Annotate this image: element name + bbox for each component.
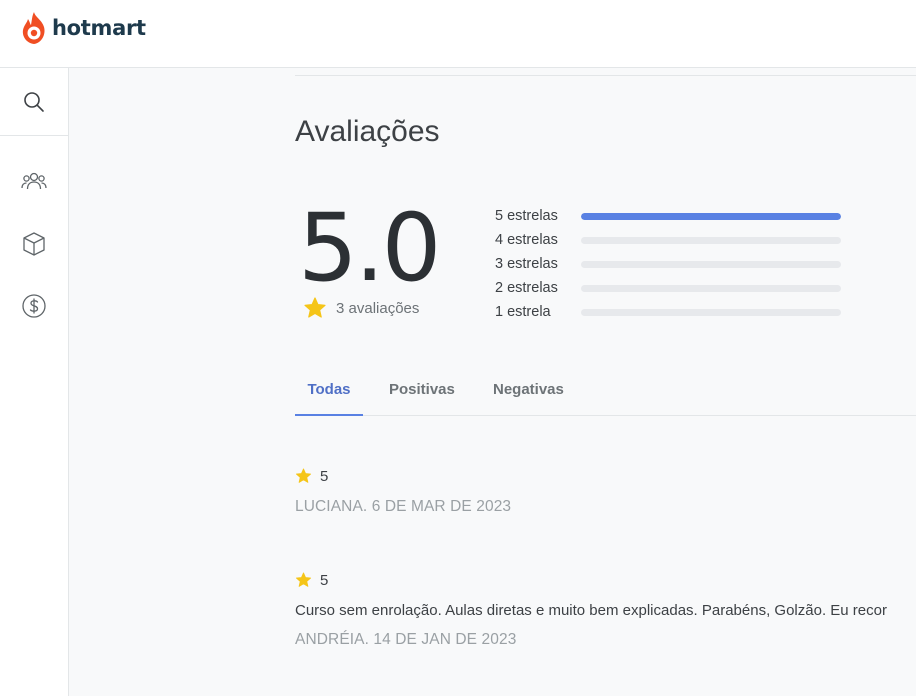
distribution-bar (581, 284, 841, 292)
sidebar-item-products[interactable] (0, 224, 68, 264)
distribution-bar (581, 212, 841, 220)
star-icon (295, 572, 312, 587)
star-icon (304, 297, 326, 318)
review-author-date: ANDRÉIA. 14 DE JAN DE 2023 (295, 631, 517, 648)
distribution-bar (581, 308, 841, 316)
sidebar-search-button[interactable] (0, 68, 68, 136)
distribution-row: 5 estrelas (495, 204, 845, 228)
distribution-row: 1 estrela (495, 300, 845, 324)
box-icon (23, 232, 45, 256)
average-score: 5.0 (298, 194, 441, 303)
dollar-icon (22, 294, 46, 318)
distribution-bar (581, 260, 841, 268)
tab-negativas[interactable]: Negativas (493, 370, 564, 416)
sidebar-item-finance[interactable] (0, 286, 68, 326)
distribution-label: 1 estrela (495, 304, 551, 320)
distribution-bar (581, 236, 841, 244)
main-content: Avaliações 5.0 3 avaliações 5 estrelas 4… (69, 68, 916, 696)
page-title: Avaliações (295, 115, 440, 148)
review-filter-tabs: Todas Positivas Negativas (295, 370, 916, 416)
review-item: 5 Curso sem enrolação. Aulas diretas e m… (295, 570, 916, 649)
review-rating-value: 5 (320, 571, 329, 589)
sidebar (0, 68, 69, 696)
distribution-row: 3 estrelas (495, 252, 845, 276)
sidebar-item-users[interactable] (0, 161, 68, 201)
divider (295, 75, 916, 76)
review-count-label: 3 avaliações (336, 299, 420, 317)
review-author-date: LUCIANA. 6 DE MAR DE 2023 (295, 498, 512, 515)
review-rating-value: 5 (320, 467, 329, 485)
brand-name: hotmart (52, 16, 146, 40)
search-icon (24, 91, 44, 112)
review-rating: 5 (295, 466, 916, 486)
distribution-bar-fill (581, 212, 841, 220)
distribution-label: 2 estrelas (495, 280, 558, 296)
distribution-row: 2 estrelas (495, 276, 845, 300)
flame-icon (22, 12, 45, 44)
distribution-label: 3 estrelas (495, 256, 558, 272)
hotmart-logo[interactable]: hotmart (20, 11, 146, 45)
review-rating: 5 (295, 570, 916, 590)
users-icon (21, 172, 47, 190)
distribution-label: 4 estrelas (495, 232, 558, 248)
tab-todas[interactable]: Todas (295, 370, 363, 416)
rating-distribution: 5 estrelas 4 estrelas 3 estrelas 2 estre… (495, 204, 845, 324)
distribution-row: 4 estrelas (495, 228, 845, 252)
star-icon (295, 468, 312, 483)
review-count: 3 avaliações (303, 297, 419, 319)
top-header: hotmart (0, 0, 916, 68)
review-text: Curso sem enrolação. Aulas diretas e mui… (295, 602, 887, 619)
review-item: 5 LUCIANA. 6 DE MAR DE 2023 (295, 466, 916, 516)
distribution-label: 5 estrelas (495, 208, 558, 224)
tab-positivas[interactable]: Positivas (389, 370, 455, 416)
